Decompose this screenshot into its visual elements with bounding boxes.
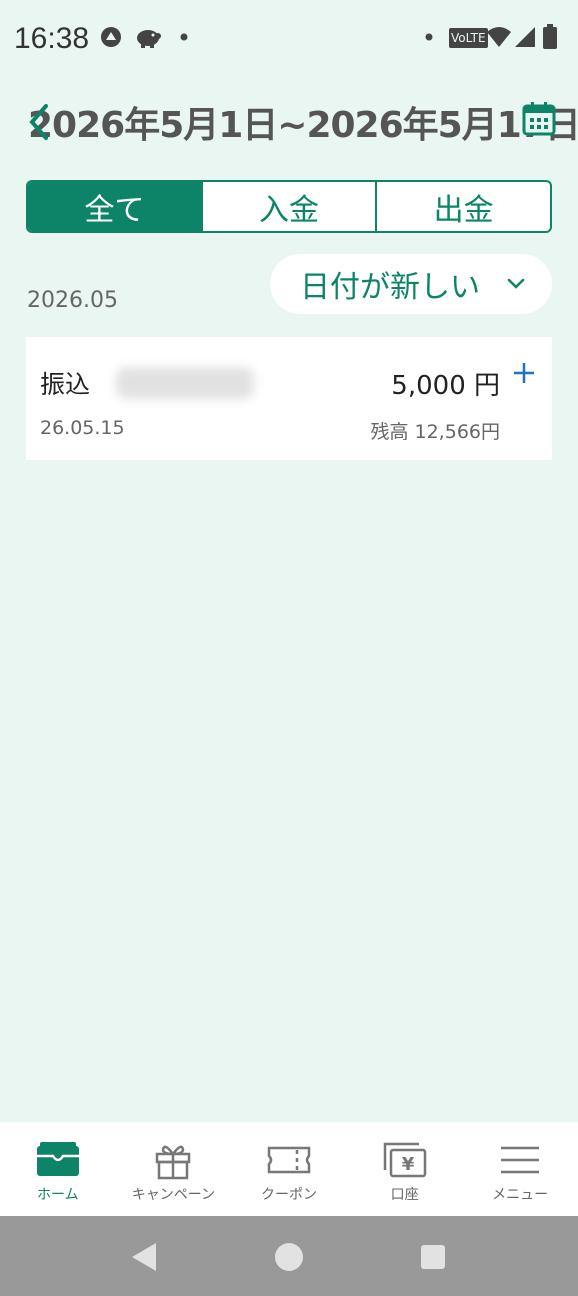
notification-icon: [101, 27, 121, 47]
transaction-title: 振込: [40, 370, 91, 399]
nav-item-account[interactable]: ¥ 口座: [347, 1122, 463, 1216]
yen-account-icon: ¥: [383, 1142, 426, 1178]
dot-icon: [180, 33, 188, 41]
system-back-icon[interactable]: [128, 1240, 162, 1274]
volte-badge: VoLTE: [449, 28, 488, 48]
tab-withdrawal[interactable]: 出金: [375, 182, 550, 231]
chevron-down-icon: [507, 278, 525, 289]
signal-icon: [515, 27, 535, 47]
nav-item-campaign[interactable]: キャンペーン: [116, 1122, 232, 1216]
nav-item-menu[interactable]: メニュー: [462, 1122, 578, 1216]
filter-tabs: 全て 入金 出金: [26, 180, 552, 233]
tab-deposit[interactable]: 入金: [200, 182, 376, 231]
nav-label-campaign: キャンペーン: [131, 1187, 216, 1203]
redacted-name: [116, 367, 254, 399]
nav-label-home: ホーム: [37, 1187, 79, 1203]
svg-text:¥: ¥: [401, 1154, 414, 1175]
status-time: 16:38: [14, 22, 90, 55]
dot-icon: [425, 33, 433, 41]
piggy-bank-icon: [137, 30, 161, 48]
ticket-icon: [267, 1146, 311, 1174]
system-home-icon[interactable]: [272, 1240, 306, 1274]
calendar-icon[interactable]: [522, 102, 556, 136]
nav-item-home[interactable]: ホーム: [0, 1122, 116, 1216]
nav-label-account: 口座: [390, 1187, 419, 1203]
date-range-title: 2026年5月1日~2026年5月17日: [28, 105, 578, 146]
nav-label-coupon: クーポン: [260, 1187, 317, 1203]
nav-item-coupon[interactable]: クーポン: [231, 1122, 347, 1216]
system-nav-bar: [0, 1216, 578, 1296]
wifi-icon: [487, 27, 511, 47]
gift-icon: [156, 1145, 191, 1180]
header: 2026年5月1日~2026年5月17日: [0, 92, 578, 156]
transaction-amount: 5,000 円: [391, 371, 500, 401]
sort-dropdown[interactable]: 日付が新しい: [270, 254, 552, 314]
month-label: 2026.05: [27, 288, 118, 313]
back-chevron-icon[interactable]: [24, 100, 54, 144]
sort-label: 日付が新しい: [300, 270, 480, 305]
wallet-icon: [36, 1142, 79, 1176]
bottom-nav: ホーム キャンペーン クーポン ¥ 口座 メニュー: [0, 1122, 578, 1216]
transaction-date: 26.05.15: [40, 417, 125, 439]
system-recents-icon[interactable]: [416, 1240, 450, 1274]
plus-icon: [514, 363, 534, 383]
hamburger-icon: [501, 1146, 540, 1174]
transaction-card[interactable]: 振込 5,000 円 26.05.15 残高 12,566円: [26, 337, 552, 460]
tab-all[interactable]: 全て: [28, 182, 201, 231]
nav-label-menu: メニュー: [492, 1187, 549, 1203]
status-bar: 16:38 VoLTE: [0, 0, 578, 78]
transaction-balance: 残高 12,566円: [370, 421, 500, 443]
battery-icon: [543, 24, 557, 49]
